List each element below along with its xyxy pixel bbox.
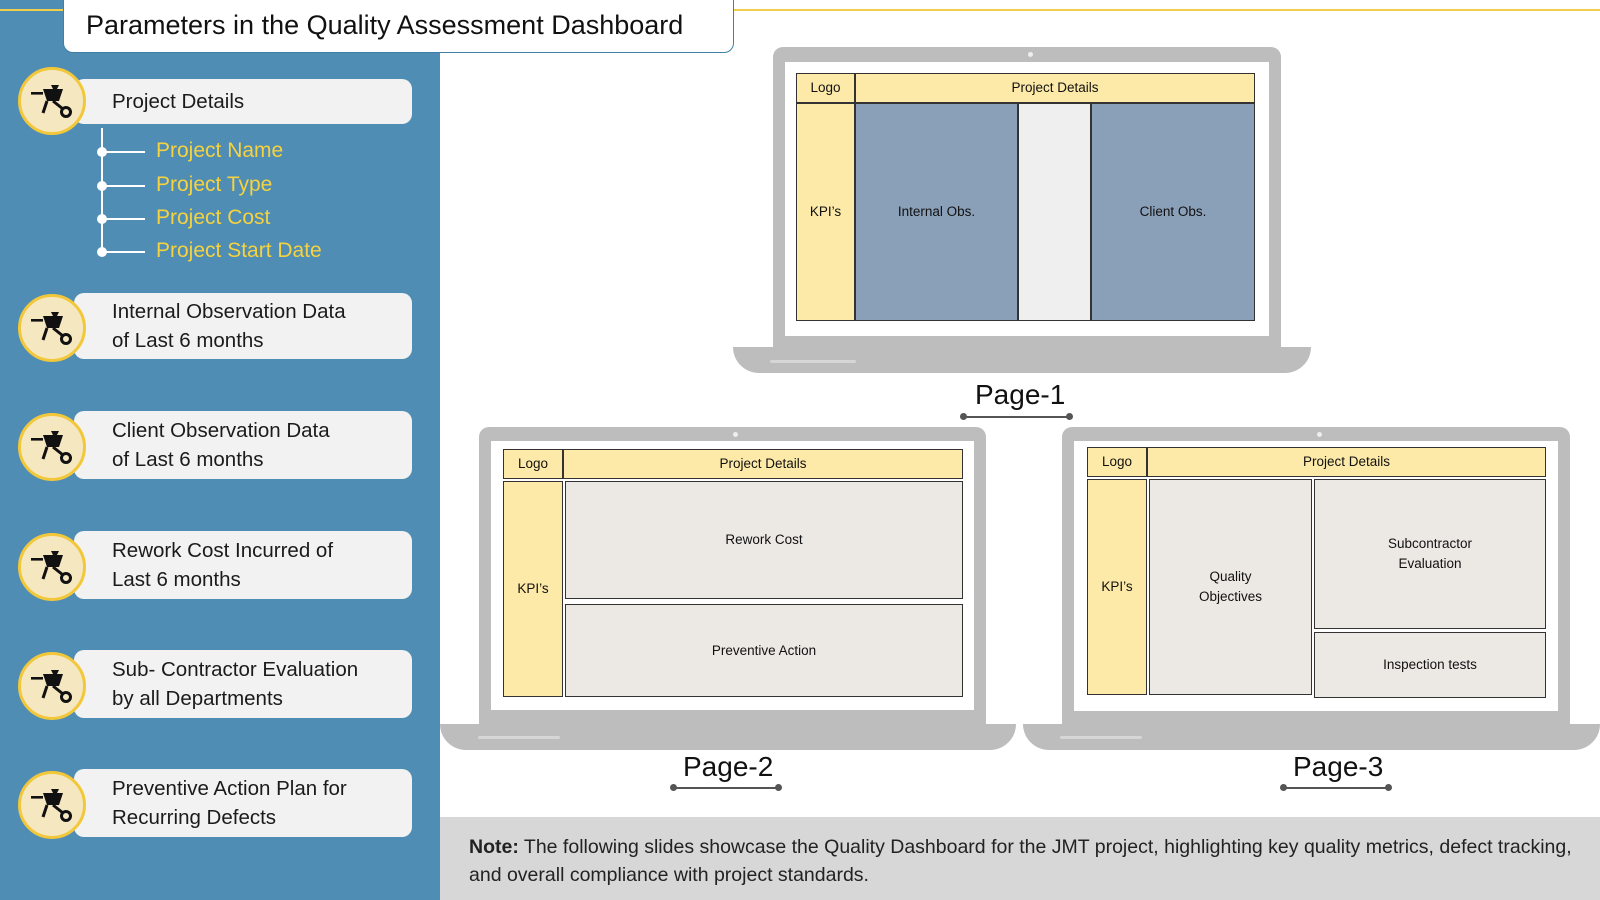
underline-dot: [1066, 413, 1073, 420]
wheelbarrow-icon: [18, 652, 86, 720]
note-bar: Note: The following slides showcase the …: [440, 817, 1600, 900]
underline-dot: [960, 413, 967, 420]
note-body: The following slides showcase the Qualit…: [469, 836, 1572, 886]
cell-kpis: KPI’s: [796, 103, 855, 321]
page-title: Parameters in the Quality Assessment Das…: [86, 10, 684, 40]
cell-client-obs: Client Obs.: [1091, 103, 1255, 321]
cell-spacer: [1018, 103, 1091, 321]
cell-kpis: KPI’s: [1087, 479, 1147, 695]
cell-logo: Logo: [1087, 447, 1147, 477]
title-box: Parameters in the Quality Assessment Das…: [63, 0, 734, 53]
subitem-project-type: Project Type: [156, 173, 273, 196]
wheelbarrow-icon: [18, 771, 86, 839]
underline-dot: [670, 784, 677, 791]
laptop-base-detail: [478, 736, 560, 739]
cell-quality-objectives: Quality Objectives: [1149, 479, 1312, 695]
page-2-underline: [673, 787, 779, 789]
underline-dot: [1280, 784, 1287, 791]
camera-icon: [1317, 432, 1322, 437]
cell-logo: Logo: [796, 73, 855, 103]
sidebar-item-label: Preventive Action Plan for Recurring Def…: [112, 777, 347, 829]
subitem-line: [103, 251, 145, 253]
cell-project-details: Project Details: [563, 449, 963, 479]
subitem-line: [103, 151, 145, 153]
page-3-label: Page-3: [1293, 751, 1384, 782]
subitem-line: [103, 185, 145, 187]
sidebar-item-label: Rework Cost Incurred of Last 6 months: [112, 539, 334, 591]
cell-kpis: KPI’s: [503, 481, 563, 697]
sidebar-item-preventive-action: Preventive Action Plan for Recurring Def…: [74, 769, 412, 837]
camera-icon: [1028, 52, 1033, 57]
note-text: Note: The following slides showcase the …: [469, 833, 1579, 889]
subitem-project-name: Project Name: [156, 139, 284, 162]
page-1-underline: [963, 416, 1070, 418]
wheelbarrow-icon: [18, 413, 86, 481]
sidebar-item-rework-cost: Rework Cost Incurred of Last 6 months: [74, 531, 412, 599]
page-1-label: Page-1: [975, 379, 1066, 410]
sidebar-item-label: Sub- Contractor Evaluation by all Depart…: [112, 658, 359, 710]
wheelbarrow-icon: [18, 533, 86, 601]
cell-rework-cost: Rework Cost: [565, 481, 963, 599]
sidebar-item-project-details: Project Details: [74, 79, 412, 124]
cell-preventive-action: Preventive Action: [565, 604, 963, 697]
cell-logo: Logo: [503, 449, 563, 479]
sidebar-item-internal-observation: Internal Observation Data of Last 6 mont…: [74, 293, 412, 359]
sidebar-item-client-observation: Client Observation Data of Last 6 months: [74, 411, 412, 479]
sidebar-item-label: Client Observation Data of Last 6 months: [112, 419, 330, 471]
subitem-line: [103, 218, 145, 220]
sidebar-item-subcontractor-evaluation: Sub- Contractor Evaluation by all Depart…: [74, 650, 412, 718]
sidebar-item-label: Project Details: [112, 90, 245, 113]
camera-icon: [733, 432, 738, 437]
underline-dot: [775, 784, 782, 791]
page-2-label: Page-2: [683, 751, 774, 782]
underline-dot: [1385, 784, 1392, 791]
note-label: Note:: [469, 836, 519, 858]
subitem-project-cost: Project Cost: [156, 206, 271, 229]
wheelbarrow-icon: [18, 67, 86, 135]
laptop-base-detail: [770, 360, 856, 363]
subitem-project-start-date: Project Start Date: [156, 239, 322, 262]
cell-project-details: Project Details: [1147, 447, 1546, 477]
cell-inspection-tests: Inspection tests: [1314, 632, 1546, 698]
laptop-base-detail: [1060, 736, 1142, 739]
wheelbarrow-icon: [18, 294, 86, 362]
sidebar-item-label: Internal Observation Data of Last 6 mont…: [112, 300, 346, 352]
cell-subcontractor-evaluation: Subcontractor Evaluation: [1314, 479, 1546, 629]
cell-project-details: Project Details: [855, 73, 1255, 103]
cell-internal-obs: Internal Obs.: [855, 103, 1018, 321]
page-3-underline: [1283, 787, 1389, 789]
